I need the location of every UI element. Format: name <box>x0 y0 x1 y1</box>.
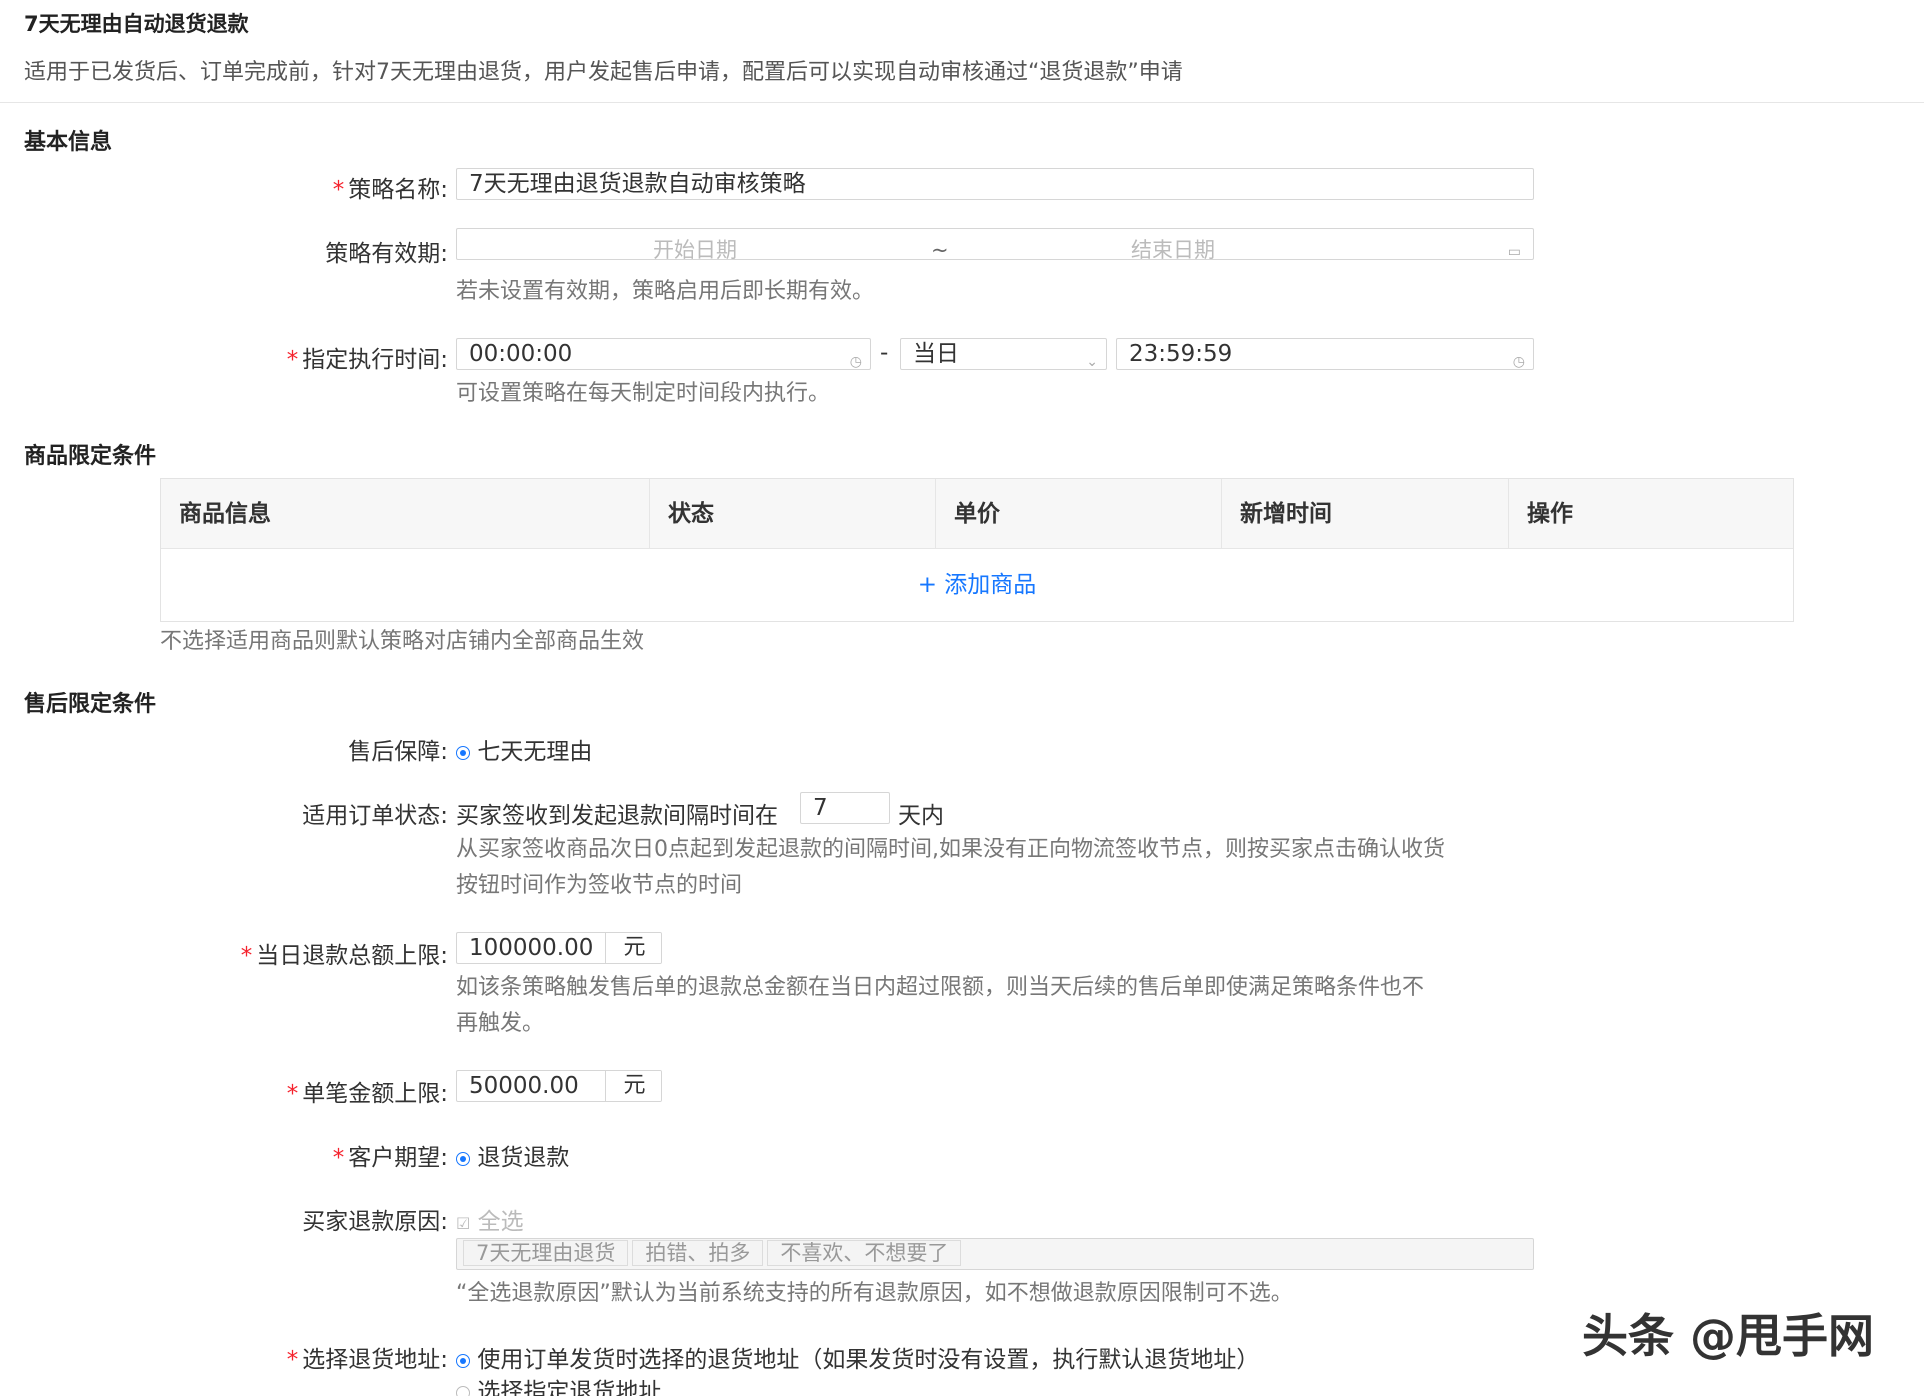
page-description: 适用于已发货后、订单完成前，针对7天无理由退货，用户发起售后申请，配置后可以实现… <box>24 60 1183 85</box>
reason-label: 买家退款原因: <box>302 1209 448 1235</box>
goods-table: 商品信息 状态 单价 新增时间 操作 + 添加商品 <box>160 478 1794 622</box>
single-limit-unit: 元 <box>605 1071 661 1101</box>
end-date-placeholder[interactable]: 结束日期 <box>1131 235 1215 259</box>
watermark: 头条 @甩手网 <box>1582 1309 1875 1363</box>
daily-limit-input[interactable]: 100000.00 元 <box>456 932 662 964</box>
reason-tag: 不喜欢、不想要了 <box>767 1240 962 1266</box>
exec-day-select[interactable]: 当日 ⌄ <box>900 338 1107 370</box>
exec-start-time-input[interactable]: 00:00:00 ◷ <box>456 338 871 370</box>
range-separator: ~ <box>931 238 949 260</box>
guarantee-radio[interactable]: 七天无理由 <box>456 732 592 766</box>
exec-end-time-input[interactable]: 23:59:59 ◷ <box>1116 338 1534 370</box>
single-limit-input[interactable]: 50000.00 元 <box>456 1070 662 1102</box>
reason-tag: 7天无理由退货 <box>463 1240 629 1266</box>
order-status-label: 适用订单状态: <box>302 803 448 829</box>
strategy-name-label: * 策略名称: <box>332 177 448 203</box>
column-price: 单价 <box>936 479 1222 549</box>
column-status: 状态 <box>650 479 936 549</box>
goods-table-header: 商品信息 状态 单价 新增时间 操作 <box>161 479 1793 549</box>
exec-time-help: 可设置策略在每天制定时间段内执行。 <box>456 381 831 406</box>
reason-select-all-checkbox[interactable]: ☑ 全选 <box>456 1202 524 1236</box>
checkbox-icon[interactable]: ☑ <box>456 1214 470 1233</box>
calendar-icon: ▭ <box>1507 244 1521 260</box>
address-option-custom[interactable]: 选择指定退货地址 <box>456 1372 661 1396</box>
address-label: * 选择退货地址: <box>286 1347 448 1373</box>
daily-limit-unit: 元 <box>605 933 661 963</box>
daily-limit-help-line1: 如该条策略触发售后单的退款总金额在当日内超过限额，则当天后续的售后单即使满足策略… <box>456 975 1425 1000</box>
reason-help: “全选退款原因”默认为当前系统支持的所有退款原因，如不想做退款原因限制可不选。 <box>456 1281 1293 1306</box>
single-limit-label: * 单笔金额上限: <box>286 1081 448 1107</box>
order-status-help-line2: 按钮时间作为签收节点的时间 <box>456 873 743 898</box>
exec-time-dash: - <box>880 340 889 366</box>
radio-icon[interactable] <box>456 1353 470 1368</box>
column-goods-info: 商品信息 <box>161 479 650 549</box>
reason-tags-field[interactable]: 7天无理由退货 拍错、拍多 不喜欢、不想要了 <box>456 1238 1534 1270</box>
divider <box>0 102 1924 103</box>
goods-help: 不选择适用商品则默认策略对店铺内全部商品生效 <box>160 629 645 654</box>
section-goods-conditions: 商品限定条件 <box>24 444 157 469</box>
radio-icon[interactable] <box>456 745 470 760</box>
page-title: 7天无理由自动退货退款 <box>24 12 249 36</box>
section-aftersale-conditions: 售后限定条件 <box>24 692 157 717</box>
start-date-placeholder[interactable]: 开始日期 <box>653 235 737 259</box>
clock-icon: ◷ <box>849 354 862 370</box>
radio-icon[interactable] <box>456 1385 470 1396</box>
guarantee-label: 售后保障: <box>348 739 448 765</box>
address-option-order[interactable]: 使用订单发货时选择的退货地址（如果发货时没有设置，执行默认退货地址） <box>456 1340 1259 1374</box>
chevron-down-icon: ⌄ <box>1086 354 1098 370</box>
order-status-days-input[interactable]: 7 <box>800 792 890 824</box>
validity-label: 策略有效期: <box>325 241 448 267</box>
section-basic-info: 基本信息 <box>24 130 113 155</box>
daily-limit-label: * 当日退款总额上限: <box>240 943 448 969</box>
column-actions: 操作 <box>1527 501 1573 527</box>
column-added-time: 新增时间 <box>1222 479 1509 549</box>
strategy-name-input[interactable]: 7天无理由退货退款自动审核策略 <box>456 168 1534 200</box>
reason-tag: 拍错、拍多 <box>632 1240 764 1266</box>
expect-radio[interactable]: 退货退款 <box>456 1138 569 1172</box>
expect-label: * 客户期望: <box>332 1145 448 1171</box>
validity-range-picker[interactable]: 开始日期 ~ 结束日期 ▭ <box>456 228 1534 260</box>
order-status-suffix: 天内 <box>898 803 944 829</box>
order-status-help-line1: 从买家签收商品次日0点起到发起退款的间隔时间,如果没有正向物流签收节点，则按买家… <box>456 837 1445 862</box>
validity-help: 若未设置有效期，策略启用后即长期有效。 <box>456 279 875 304</box>
clock-icon: ◷ <box>1512 354 1525 370</box>
daily-limit-help-line2: 再触发。 <box>456 1011 545 1036</box>
order-status-prefix: 买家签收到发起退款间隔时间在 <box>456 803 778 829</box>
radio-icon[interactable] <box>456 1151 470 1166</box>
exec-time-label: * 指定执行时间: <box>286 347 448 373</box>
add-goods-button[interactable]: + 添加商品 <box>161 549 1793 621</box>
